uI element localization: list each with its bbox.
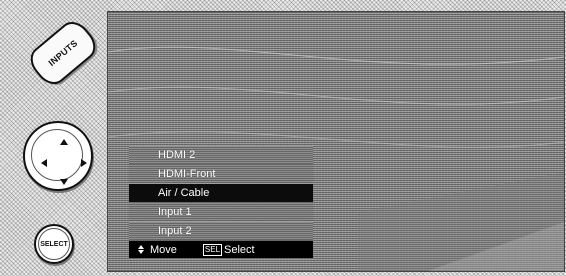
dpad-left-icon[interactable]: [41, 159, 47, 167]
input-select-menu: HDMI 2 HDMI-Front Air / Cable Input 1 In…: [129, 146, 313, 258]
remote-control-panel: INPUTS SELECT: [0, 0, 104, 276]
menu-item-hdmi-front[interactable]: HDMI-Front: [129, 165, 313, 183]
menu-item-label: Air / Cable: [158, 187, 210, 199]
menu-item-label: HDMI 2: [158, 149, 196, 161]
inputs-button[interactable]: INPUTS: [24, 15, 102, 91]
menu-item-label: Input 1: [158, 206, 192, 218]
menu-item-air-cable[interactable]: Air / Cable: [129, 184, 313, 202]
menu-item-input-2[interactable]: Input 2: [129, 222, 313, 240]
dpad-up-icon[interactable]: [60, 139, 68, 145]
select-button[interactable]: SELECT: [34, 224, 74, 264]
menu-item-input-1[interactable]: Input 1: [129, 203, 313, 221]
select-button-label: SELECT: [38, 228, 70, 260]
move-hint-label: Move: [150, 243, 177, 256]
select-hint-label: Select: [224, 243, 255, 256]
menu-footer-hints: Move SEL Select: [129, 241, 313, 258]
menu-item-label: HDMI-Front: [158, 168, 216, 180]
menu-item-hdmi-2[interactable]: HDMI 2: [129, 146, 313, 164]
up-down-arrow-icon: [138, 245, 146, 254]
dpad[interactable]: [23, 121, 93, 191]
inputs-button-label: INPUTS: [46, 37, 80, 69]
sel-key-icon: SEL: [202, 243, 223, 256]
dpad-down-icon[interactable]: [60, 179, 68, 185]
dpad-ring: [31, 129, 87, 185]
menu-item-label: Input 2: [158, 225, 192, 237]
dpad-right-icon[interactable]: [81, 159, 87, 167]
